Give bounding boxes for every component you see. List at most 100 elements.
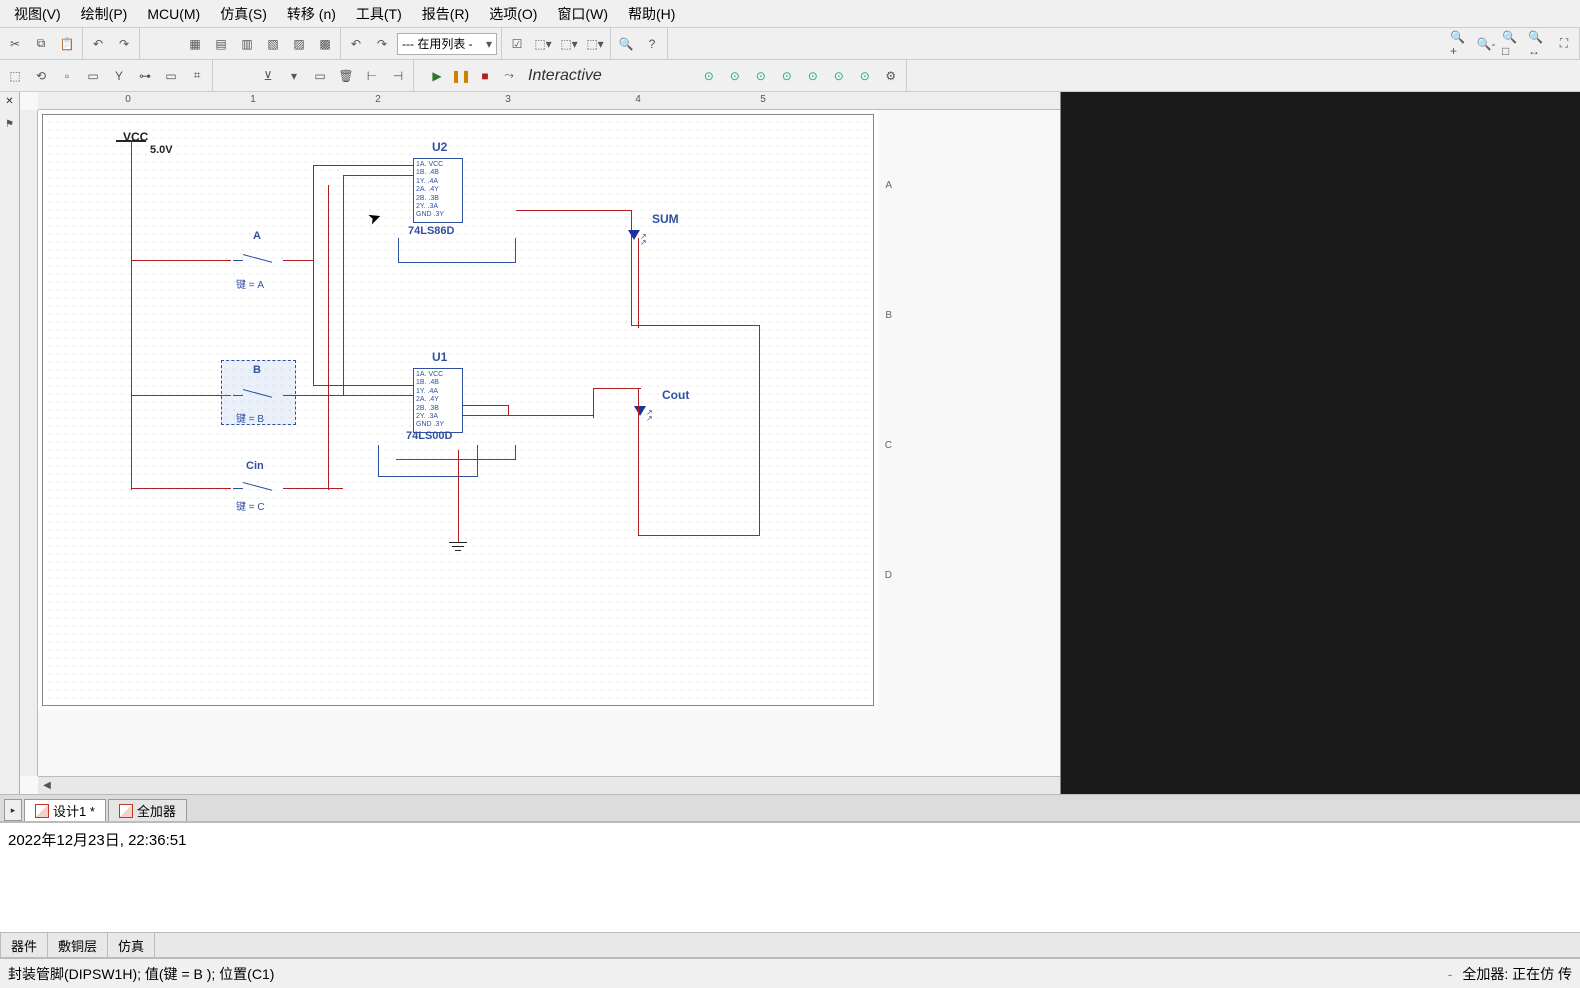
nav-back-button[interactable]: ↶ [345, 33, 367, 55]
align-tool-2[interactable]: ▾ [283, 65, 305, 87]
menu-draw[interactable]: 绘制(P) [71, 0, 138, 28]
log-pane: 2022年12月23日, 22:36:51 [0, 822, 1580, 932]
led-cout[interactable]: ↗↗ [634, 404, 654, 424]
sheet-tool-6[interactable]: ▩ [314, 33, 336, 55]
sheet-tab-bar: ▸ 设计1 * 全加器 [0, 794, 1580, 822]
sim-stop-button[interactable]: ■ [474, 65, 496, 87]
menu-report[interactable]: 报告(R) [412, 0, 479, 28]
check-tool-1[interactable]: ☑ [506, 33, 528, 55]
help-button[interactable]: ? [641, 33, 663, 55]
tool2-5[interactable]: Y [108, 65, 130, 87]
u2-chip[interactable]: 1A. VCC 1B. .4B 1Y. .4A 2A. .4Y 2B. .3B … [413, 158, 463, 223]
zoom-area-button[interactable]: 🔍□ [1501, 33, 1523, 55]
menu-window[interactable]: 窗口(W) [547, 0, 618, 28]
sheet-tool-3[interactable]: ▥ [236, 33, 258, 55]
switch-b-key: 键 = B [236, 410, 264, 425]
main-area: ✕ ⚑ 0 1 2 3 4 5 A B C D VCC 5.0V [0, 92, 1580, 794]
u2-part: 74LS86D [408, 225, 454, 237]
side-panel-close-icon[interactable]: ✕ [5, 96, 13, 107]
sheet-tool-2[interactable]: ▤ [210, 33, 232, 55]
sim-pause-button[interactable]: ❚❚ [450, 65, 472, 87]
led-cout-label: Cout [662, 388, 689, 402]
zoom-in-button[interactable]: 🔍+ [1449, 33, 1471, 55]
undo-button[interactable]: ↶ [87, 33, 109, 55]
copy-button[interactable]: ⧉ [30, 33, 52, 55]
toolbar-row-2: ⬚ ⟲ ▫ ▭ Y ⊶ ▭ ⌗ ⊻ ▾ ▭ 🗑 ⊢ ⊣ ▶ ❚❚ ■ ⤳ Int… [0, 60, 1580, 92]
u1-part: 74LS00D [406, 430, 452, 442]
sim-step-button[interactable]: ⤳ [498, 65, 520, 87]
tool2-2[interactable]: ⟲ [30, 65, 52, 87]
switch-cin[interactable] [233, 482, 283, 494]
menu-sim[interactable]: 仿真(S) [210, 0, 277, 28]
sheet-icon [119, 804, 133, 818]
probe-tool-6[interactable]: ⊙ [828, 65, 850, 87]
horizontal-scrollbar[interactable]: ◀ [38, 776, 1060, 794]
schematic-canvas[interactable]: 0 1 2 3 4 5 A B C D VCC 5.0V A 键 [20, 92, 1060, 794]
check-tool-3[interactable]: ⬚▾ [558, 33, 580, 55]
delete-tool[interactable]: 🗑 [335, 65, 357, 87]
sheet-tool-1[interactable]: ▦ [184, 33, 206, 55]
menu-transfer[interactable]: 转移 (n) [277, 0, 346, 28]
sheet-icon [35, 804, 49, 818]
probe-tool-7[interactable]: ⊙ [854, 65, 876, 87]
switch-b[interactable] [233, 389, 283, 401]
align-tool-5[interactable]: ⊣ [387, 65, 409, 87]
menu-view[interactable]: 视图(V) [4, 0, 71, 28]
usage-list-dropdown[interactable]: --- 在用列表 - [397, 33, 497, 55]
bottom-tab-components[interactable]: 器件 [0, 933, 48, 958]
tool2-8[interactable]: ⌗ [186, 65, 208, 87]
sheet-tab-fulladder[interactable]: 全加器 [108, 799, 187, 821]
tool2-7[interactable]: ▭ [160, 65, 182, 87]
menu-options[interactable]: 选项(O) [479, 0, 547, 28]
zoom-out-button[interactable]: 🔍- [1475, 33, 1497, 55]
side-flag-icon[interactable]: ⚑ [0, 113, 21, 135]
nav-fwd-button[interactable]: ↷ [371, 33, 393, 55]
status-right: 全加器: 正在仿 传 [1462, 966, 1572, 982]
check-tool-4[interactable]: ⬚▾ [584, 33, 606, 55]
help-search-button[interactable]: 🔍 [615, 33, 637, 55]
vcc-value: 5.0V [150, 144, 173, 156]
align-tool-1[interactable]: ⊻ [257, 65, 279, 87]
probe-settings[interactable]: ⚙ [880, 65, 902, 87]
zoom-fit-button[interactable]: 🔍↔ [1527, 33, 1549, 55]
u1-chip[interactable]: 1A. VCC 1B. .4B 1Y. .4A 2A. .4Y 2B. .3B … [413, 368, 463, 433]
log-line: 2022年12月23日, 22:36:51 [8, 829, 1572, 850]
tool2-3[interactable]: ▫ [56, 65, 78, 87]
probe-tool-2[interactable]: ⊙ [724, 65, 746, 87]
cut-button[interactable]: ✂ [4, 33, 26, 55]
cursor-icon: ➤ [365, 206, 384, 229]
scroll-left-icon[interactable]: ◀ [38, 780, 56, 791]
paste-button[interactable]: 📋 [56, 33, 78, 55]
probe-tool-5[interactable]: ⊙ [802, 65, 824, 87]
menu-mcu[interactable]: MCU(M) [137, 2, 210, 26]
bottom-tab-bar: 器件 敷铜层 仿真 [0, 932, 1580, 958]
zoom-full-button[interactable]: ⛶ [1553, 33, 1575, 55]
switch-b-label: B [253, 364, 261, 376]
sim-mode-label: Interactive [528, 67, 602, 85]
menu-bar: 视图(V) 绘制(P) MCU(M) 仿真(S) 转移 (n) 工具(T) 报告… [0, 0, 1580, 28]
align-tool-4[interactable]: ⊢ [361, 65, 383, 87]
probe-tool-3[interactable]: ⊙ [750, 65, 772, 87]
sim-play-button[interactable]: ▶ [426, 65, 448, 87]
sheet-tool-4[interactable]: ▧ [262, 33, 284, 55]
switch-a[interactable] [233, 254, 283, 266]
tool2-6[interactable]: ⊶ [134, 65, 156, 87]
sheet-nav-button[interactable]: ▸ [4, 799, 22, 821]
switch-cin-key: 键 = C [236, 498, 265, 513]
probe-tool-1[interactable]: ⊙ [698, 65, 720, 87]
menu-tools[interactable]: 工具(T) [346, 0, 412, 28]
tool2-1[interactable]: ⬚ [4, 65, 26, 87]
check-tool-2[interactable]: ⬚▾ [532, 33, 554, 55]
sheet-tool-5[interactable]: ▨ [288, 33, 310, 55]
schematic-sheet[interactable]: A B C D VCC 5.0V A 键 = A B 键 = B [38, 110, 878, 710]
redo-button[interactable]: ↷ [113, 33, 135, 55]
probe-tool-4[interactable]: ⊙ [776, 65, 798, 87]
sheet-tab-design1[interactable]: 设计1 * [24, 799, 106, 821]
bottom-tab-copper[interactable]: 敷铜层 [48, 933, 108, 958]
right-dark-panel [1060, 92, 1580, 794]
align-tool-3[interactable]: ▭ [309, 65, 331, 87]
bottom-tab-sim[interactable]: 仿真 [108, 933, 155, 958]
led-sum[interactable]: ↗↗ [628, 228, 648, 248]
menu-help[interactable]: 帮助(H) [618, 0, 685, 28]
tool2-4[interactable]: ▭ [82, 65, 104, 87]
